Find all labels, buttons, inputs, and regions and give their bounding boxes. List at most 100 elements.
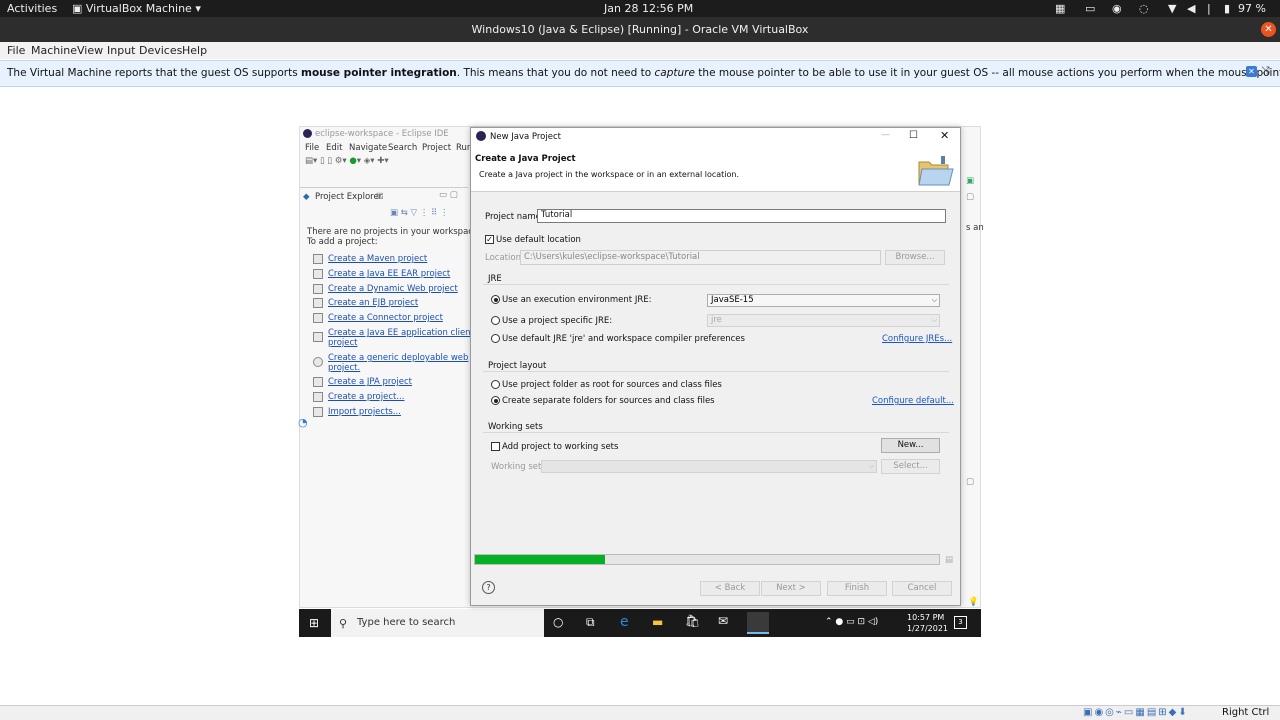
tab-project-explorer[interactable]: Project Explorer: [315, 192, 382, 202]
link-app-client-2[interactable]: project: [328, 338, 358, 348]
working-sets-select[interactable]: ⌵: [541, 460, 877, 473]
configure-default-link[interactable]: Configure default...: [872, 396, 954, 406]
project-name-field[interactable]: Tutorial: [537, 209, 946, 223]
link-maven[interactable]: Create a Maven project: [328, 254, 427, 264]
tip-bulb-icon[interactable]: 💡: [968, 597, 979, 607]
eclipse-taskbar-icon[interactable]: [747, 612, 769, 634]
bottom-restore-icon[interactable]: ▢: [966, 477, 974, 487]
use-default-location-label: Use default location: [496, 235, 581, 245]
menu-input[interactable]: Input: [107, 44, 135, 57]
maximize-icon[interactable]: ☐: [909, 130, 918, 141]
menu-view[interactable]: View: [77, 44, 103, 57]
right-pane-icon[interactable]: ▣: [966, 176, 974, 186]
link-app-client[interactable]: Create a Java EE application client: [328, 328, 474, 338]
taskbar-time[interactable]: 10:57 PM: [907, 613, 944, 622]
configure-jres-link[interactable]: Configure JREs...: [882, 334, 952, 344]
ec-menu-file[interactable]: File: [305, 143, 319, 153]
notification-icon[interactable]: 3: [954, 616, 967, 629]
menu-help[interactable]: Help: [182, 44, 207, 57]
store-icon[interactable]: 🛍: [685, 614, 700, 628]
cancel-button[interactable]: Cancel: [892, 581, 952, 596]
notice-text: The Virtual Machine reports that the gue…: [7, 67, 302, 79]
ec-menu-edit[interactable]: Edit: [326, 143, 342, 153]
finish-button[interactable]: Finish: [827, 581, 887, 596]
task-view-icon[interactable]: ⧉: [586, 615, 595, 630]
ear-icon: [313, 269, 323, 279]
menu-machine[interactable]: Machine: [31, 44, 77, 57]
link-import[interactable]: Import projects...: [328, 407, 401, 417]
discord-icon[interactable]: ◉: [1112, 2, 1122, 15]
tray-grid-icon[interactable]: ▦: [1055, 2, 1065, 15]
windows-search-input[interactable]: Type here to search: [331, 609, 544, 637]
jre-project-specific-radio[interactable]: [491, 316, 500, 325]
select-working-sets-button[interactable]: Select...: [881, 459, 940, 474]
link-ear[interactable]: Create a Java EE EAR project: [328, 269, 450, 279]
toolbar-icons[interactable]: ▤▾ ▯ ▯ ⚙▾ ●▾ ◈▾ ✚▾: [305, 156, 389, 166]
dont-show-icon[interactable]: ✕: [1246, 66, 1257, 77]
ws-group-border: [483, 432, 949, 433]
eclipse-logo-icon: [303, 129, 312, 138]
link-jpa[interactable]: Create a JPA project: [328, 377, 412, 387]
minimize-view-icon[interactable]: ▭ ▢: [439, 190, 458, 200]
working-sets-label: Working sets:: [491, 462, 549, 472]
stop-progress-icon[interactable]: ▤: [945, 555, 953, 565]
link-generic-web[interactable]: Create a generic deployable web: [328, 353, 468, 363]
clock[interactable]: Jan 28 12:56 PM: [604, 2, 693, 15]
next-button[interactable]: Next >: [761, 581, 821, 596]
ec-menu-project[interactable]: Project: [422, 143, 451, 153]
progress-fill: [475, 555, 605, 564]
close-icon[interactable]: ✕: [1261, 22, 1276, 37]
progress-bar: [474, 554, 940, 565]
location-field[interactable]: C:\Users\kules\eclipse-workspace\Tutoria…: [520, 250, 881, 265]
layout-separate-radio[interactable]: [491, 396, 500, 405]
layout-root-radio[interactable]: [491, 380, 500, 389]
menu-devices[interactable]: Devices: [139, 44, 182, 57]
tray-icons[interactable]: ⌃ ● ▭ ⊡ ◁): [825, 617, 878, 627]
ec-menu-navigate[interactable]: Navigate: [349, 143, 387, 153]
link-dynamic-web[interactable]: Create a Dynamic Web project: [328, 284, 458, 294]
link-create-project[interactable]: Create a project...: [328, 392, 404, 402]
ec-menu-search[interactable]: Search: [388, 143, 417, 153]
web-icon: [313, 284, 323, 294]
keyboard-icon[interactable]: ▭: [1085, 2, 1095, 15]
new-working-set-button[interactable]: New...: [881, 438, 940, 453]
link-generic-web-2[interactable]: project.: [328, 363, 360, 373]
windows-start-icon[interactable]: ⊞: [309, 616, 319, 630]
battery-icon[interactable]: ▮: [1224, 2, 1230, 15]
volume-icon[interactable]: ◀: [1187, 2, 1195, 15]
use-default-location-checkbox[interactable]: ✓: [485, 235, 494, 244]
cortana-icon[interactable]: ○: [553, 615, 563, 629]
link-connector[interactable]: Create a Connector project: [328, 313, 443, 323]
dialog-subheading: Create a Java project in the workspace o…: [479, 170, 740, 179]
update-icon[interactable]: ◌: [1139, 2, 1149, 15]
jre-execution-env-radio[interactable]: [491, 295, 500, 304]
location-label: Location:: [485, 253, 524, 263]
minimize-icon[interactable]: —: [881, 130, 890, 140]
close-tab-icon[interactable]: ☒: [376, 192, 384, 202]
right-pane-fragment: s an: [966, 223, 984, 233]
wifi-icon[interactable]: ▼: [1168, 2, 1176, 15]
link-ejb[interactable]: Create an EJB project: [328, 298, 418, 308]
browse-button[interactable]: Browse...: [885, 250, 945, 265]
help-icon[interactable]: ?: [482, 581, 495, 594]
app-menu[interactable]: ▣ VirtualBox Machine ▾: [72, 2, 201, 15]
device-status-icons[interactable]: ▣◉◎⌁▭▦▤⊞◆⬇: [1083, 707, 1189, 718]
right-pane-restore-icon[interactable]: ▢: [966, 192, 974, 202]
close-notice-icon[interactable]: ⤨: [1261, 64, 1270, 78]
mail-icon[interactable]: ✉: [718, 614, 728, 628]
run-icon[interactable]: ●: [349, 156, 356, 166]
add-to-working-sets-checkbox[interactable]: [491, 442, 500, 451]
project-jre-select[interactable]: jre ⌵: [707, 314, 940, 327]
project-layout-group-label: Project layout: [488, 361, 547, 371]
taskbar-date[interactable]: 1/27/2021: [907, 624, 948, 633]
back-button[interactable]: < Back: [700, 581, 760, 596]
edge-icon[interactable]: e: [620, 614, 629, 630]
execution-env-select[interactable]: JavaSE-15 ⌵: [707, 294, 940, 307]
file-explorer-icon[interactable]: ▬: [652, 615, 663, 629]
menu-file[interactable]: File: [7, 44, 25, 57]
mic-icon[interactable]: |: [1207, 2, 1211, 15]
view-toolbar-icons[interactable]: ▣ ⇆ ▽ ⋮ ⠿ ⋮: [390, 208, 448, 218]
jre-default-radio[interactable]: [491, 334, 500, 343]
close-icon[interactable]: ✕: [940, 129, 949, 142]
activities-button[interactable]: Activities: [7, 2, 57, 15]
